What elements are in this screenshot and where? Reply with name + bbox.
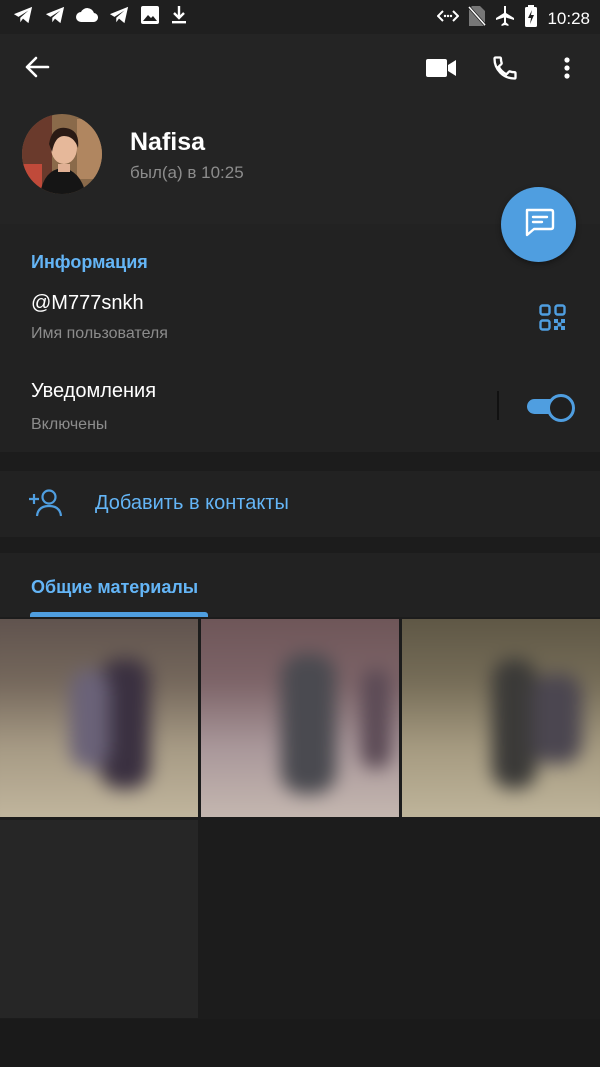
- more-options-button[interactable]: [552, 52, 582, 88]
- add-contact-label: Добавить в контакты: [95, 492, 289, 514]
- clock: 10:28: [547, 8, 590, 28]
- notifications-toggle[interactable]: [525, 392, 575, 422]
- add-contact-row[interactable]: Добавить в контакты: [0, 471, 600, 537]
- divider: [497, 391, 499, 420]
- username-label: Имя пользователя: [31, 325, 168, 342]
- cloud-icon: [76, 7, 99, 28]
- video-call-icon: [425, 57, 457, 84]
- qr-code-button[interactable]: [534, 302, 570, 338]
- back-button[interactable]: [18, 50, 56, 88]
- media-thumbnail-placeholder[interactable]: [0, 820, 198, 1018]
- qr-code-icon: [538, 304, 566, 336]
- notification-icons: [12, 5, 188, 30]
- notifications-state: Включены: [31, 416, 108, 433]
- media-thumbnail[interactable]: [201, 619, 399, 817]
- image-icon: [140, 5, 160, 30]
- more-vertical-icon: [563, 56, 571, 85]
- shared-media-header: Общие материалы: [0, 553, 600, 617]
- data-saver-icon: [437, 9, 460, 28]
- phone-icon: [491, 54, 519, 87]
- avatar[interactable]: [22, 114, 102, 194]
- battery-charging-icon: [524, 5, 538, 32]
- voice-call-button[interactable]: [486, 52, 524, 88]
- media-thumbnail[interactable]: [402, 619, 600, 817]
- send-message-button[interactable]: [501, 187, 576, 262]
- status-bar: 10:28: [0, 0, 600, 34]
- airplane-icon: [495, 5, 515, 32]
- tab-shared-media[interactable]: Общие материалы: [31, 577, 198, 598]
- notifications-row[interactable]: Уведомления Включены: [0, 370, 600, 444]
- message-icon: [523, 207, 555, 242]
- media-thumbnail[interactable]: [0, 619, 198, 817]
- profile-name: Nafisa: [130, 128, 206, 156]
- telegram-icon: [12, 5, 34, 30]
- video-call-button[interactable]: [422, 52, 460, 88]
- telegram-icon: [44, 5, 66, 30]
- add-user-icon: [28, 488, 63, 523]
- arrow-left-icon: [24, 55, 50, 84]
- last-seen-status: был(а) в 10:25: [130, 163, 244, 182]
- notifications-label: Уведомления: [31, 380, 157, 402]
- toggle-knob: [547, 394, 575, 422]
- info-section-title: Информация: [31, 252, 148, 272]
- no-sim-icon: [468, 5, 487, 32]
- media-grid: [0, 617, 600, 1019]
- download-icon: [170, 5, 188, 30]
- system-icons: 10:28: [437, 5, 590, 32]
- username-row[interactable]: @M777snkh Имя пользователя: [0, 282, 600, 350]
- telegram-icon: [108, 5, 130, 30]
- bottom-area: [0, 1019, 600, 1067]
- username-value: @M777snkh: [31, 292, 144, 314]
